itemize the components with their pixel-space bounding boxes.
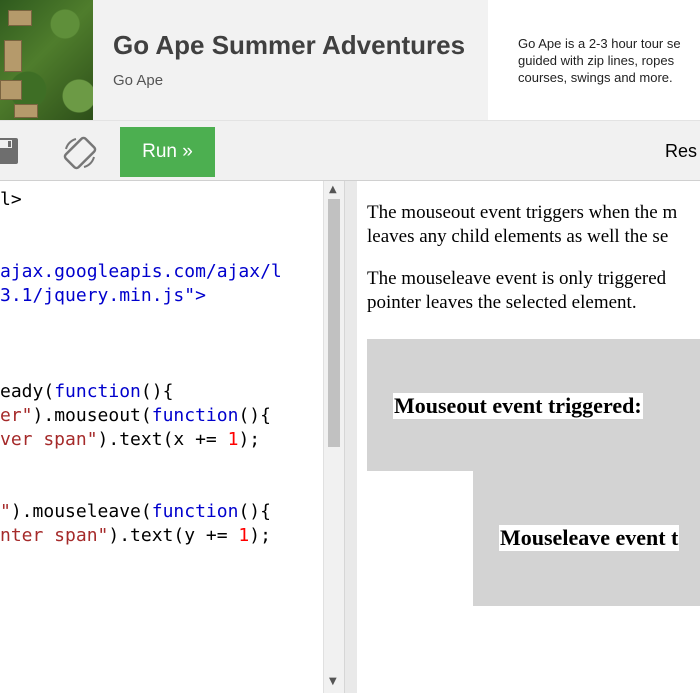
scroll-down-arrow-icon[interactable]: ▼ — [329, 676, 337, 687]
paragraph-mouseout-line2: leaves any child elements as well the se — [367, 226, 669, 247]
pane-divider[interactable] — [344, 181, 358, 693]
code-text[interactable]: l> ajax.googleapis.com/ajax/l 3.1/jquery.… — [0, 188, 282, 548]
toolbar: Run » Res — [0, 121, 700, 181]
code-token: eady( — [0, 381, 55, 402]
rotate-icon[interactable] — [62, 135, 97, 170]
code-token: ).text(x += — [97, 429, 228, 450]
code-token: 3.1/jquery.min.js"> — [0, 285, 206, 306]
code-token: (){ — [238, 501, 271, 522]
code-line: er").mouseout(function(){ — [0, 404, 282, 428]
code-line: ajax.googleapis.com/ajax/l — [0, 260, 282, 284]
code-line: eady(function(){ — [0, 380, 282, 404]
code-token: ).mouseleave( — [10, 501, 152, 522]
code-token: (){ — [140, 381, 174, 402]
code-token: l> — [0, 189, 22, 210]
mouseout-label: Mouseout event triggered: — [393, 393, 643, 419]
ad-description: Go Ape is a 2-3 hour tour se guided with… — [518, 35, 700, 86]
code-token: nter span" — [0, 525, 109, 546]
code-line: 3.1/jquery.min.js"> — [0, 284, 282, 308]
ad-description-line: courses, swings and more. — [518, 70, 673, 85]
scroll-thumb[interactable] — [328, 199, 340, 447]
ad-image[interactable] — [0, 0, 93, 120]
run-button[interactable]: Run » — [120, 127, 215, 177]
result-label: Res — [665, 141, 698, 161]
mouseleave-box[interactable]: Mouseleave event t — [473, 471, 700, 606]
paragraph-mouseout-line1: The mouseout event triggers when the m — [367, 202, 678, 223]
code-token: 1 — [227, 429, 239, 450]
code-line: l> — [0, 188, 282, 212]
ad-title[interactable]: Go Ape Summer Adventures — [113, 30, 465, 61]
code-token: 1 — [238, 525, 250, 546]
ad-text-block[interactable]: Go Ape Summer Adventures Go Ape — [93, 0, 488, 120]
paragraph-mouseleave-line2: pointer leaves the selected element. — [367, 292, 637, 313]
code-token: ).text(y += — [108, 525, 239, 546]
code-token: ver span" — [0, 429, 98, 450]
code-token: ); — [238, 429, 261, 450]
result-pane[interactable]: The mouseout event triggers when the m l… — [357, 181, 700, 693]
code-token: function — [151, 501, 239, 522]
mouseleave-label: Mouseleave event t — [499, 525, 680, 551]
code-token: ajax.googleapis.com/ajax/l — [0, 261, 282, 282]
editor-scrollbar[interactable]: ▲ ▼ — [323, 181, 344, 693]
code-token: ); — [249, 525, 271, 546]
code-token: ).mouseout( — [32, 405, 152, 426]
paragraph-mouseleave-line1: The mouseleave event is only triggered — [367, 268, 667, 289]
code-token: (){ — [238, 405, 271, 426]
save-icon[interactable] — [0, 135, 22, 167]
scroll-up-arrow-icon[interactable]: ▲ — [329, 184, 337, 195]
ad-description-line: guided with zip lines, ropes — [518, 53, 675, 68]
code-line: ver span").text(x += 1); — [0, 428, 282, 452]
code-token: function — [54, 381, 141, 402]
code-token: function — [151, 405, 239, 426]
code-token: " — [0, 501, 11, 522]
mouseout-box[interactable]: Mouseout event triggered: — [367, 339, 700, 471]
ad-description-line: Go Ape is a 2-3 hour tour se — [518, 36, 681, 51]
code-token: er" — [0, 405, 33, 426]
ad-advertiser: Go Ape — [113, 72, 164, 89]
code-line: nter span").text(y += 1); — [0, 524, 282, 548]
code-editor[interactable]: l> ajax.googleapis.com/ajax/l 3.1/jquery.… — [0, 181, 343, 693]
code-line: ").mouseleave(function(){ — [0, 500, 282, 524]
ad-banner[interactable]: Go Ape Summer Adventures Go Ape Go Ape i… — [0, 0, 700, 121]
